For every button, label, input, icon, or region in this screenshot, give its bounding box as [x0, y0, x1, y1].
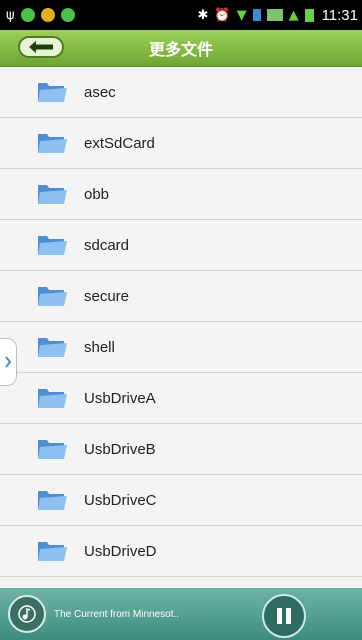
folder-name: UsbDriveB — [84, 440, 156, 458]
music-app-icon[interactable] — [8, 595, 46, 633]
side-drawer-handle[interactable] — [0, 338, 17, 386]
folder-name: shell — [84, 338, 115, 356]
folder-icon — [38, 491, 67, 510]
folder-icon — [38, 389, 67, 408]
status-bar: ψ ✱ ⏰ ▼ ▲ 11:31 — [0, 0, 362, 30]
pause-icon — [286, 608, 291, 624]
wifi-icon: ▼ — [236, 7, 247, 23]
list-item[interactable]: sdcard — [0, 220, 362, 271]
chevron-right-icon — [5, 356, 12, 368]
page-title: 更多文件 — [148, 40, 213, 59]
back-button[interactable] — [18, 36, 64, 58]
sim-icon — [252, 9, 261, 21]
folder-name: UsbDriveD — [84, 542, 157, 560]
bluetooth-icon: ✱ — [197, 7, 209, 23]
folder-name: UsbDriveA — [84, 389, 156, 407]
signal-icon: ▲ — [288, 7, 299, 23]
folder-name: asec — [84, 83, 116, 101]
title-bar: 更多文件 — [0, 30, 362, 67]
usb-icon: ψ — [6, 7, 15, 23]
mini-player[interactable]: The Current from Minnesot.. — [0, 588, 362, 640]
pause-button[interactable] — [262, 594, 306, 638]
folder-icon — [38, 542, 67, 561]
folder-icon — [38, 185, 67, 204]
folder-name: extSdCard — [84, 134, 155, 152]
app-notification-icon — [40, 8, 55, 22]
list-item[interactable]: shell — [0, 322, 362, 373]
folder-list: asec extSdCard obb sdcard secure shell U… — [0, 67, 362, 577]
app-notification-icon — [60, 8, 75, 22]
folder-name: UsbDriveC — [84, 491, 157, 509]
alarm-icon: ⏰ — [214, 7, 231, 23]
folder-icon — [38, 440, 67, 459]
folder-icon — [38, 134, 67, 153]
folder-name: obb — [84, 185, 110, 203]
list-item[interactable]: asec — [0, 67, 362, 118]
clock: 11:31 — [321, 6, 358, 24]
list-item[interactable]: secure — [0, 271, 362, 322]
track-title: The Current from Minnesot.. — [54, 608, 180, 620]
list-item[interactable]: UsbDriveC — [0, 475, 362, 526]
folder-icon — [38, 236, 67, 255]
list-item[interactable]: UsbDriveB — [0, 424, 362, 475]
list-item[interactable]: UsbDriveD — [0, 526, 362, 577]
app-notification-icon — [20, 8, 35, 22]
music-note-icon — [18, 605, 36, 623]
back-arrow-icon — [29, 41, 53, 53]
folder-name: sdcard — [84, 236, 130, 254]
folder-icon — [38, 287, 67, 306]
folder-name: secure — [84, 287, 130, 305]
list-item[interactable]: UsbDriveA — [0, 373, 362, 424]
folder-icon — [38, 338, 67, 357]
list-item[interactable]: obb — [0, 169, 362, 220]
list-item[interactable]: extSdCard — [0, 118, 362, 169]
network-3g-icon — [266, 9, 283, 21]
folder-icon — [38, 83, 67, 102]
battery-icon — [304, 8, 314, 22]
pause-icon — [277, 608, 282, 624]
